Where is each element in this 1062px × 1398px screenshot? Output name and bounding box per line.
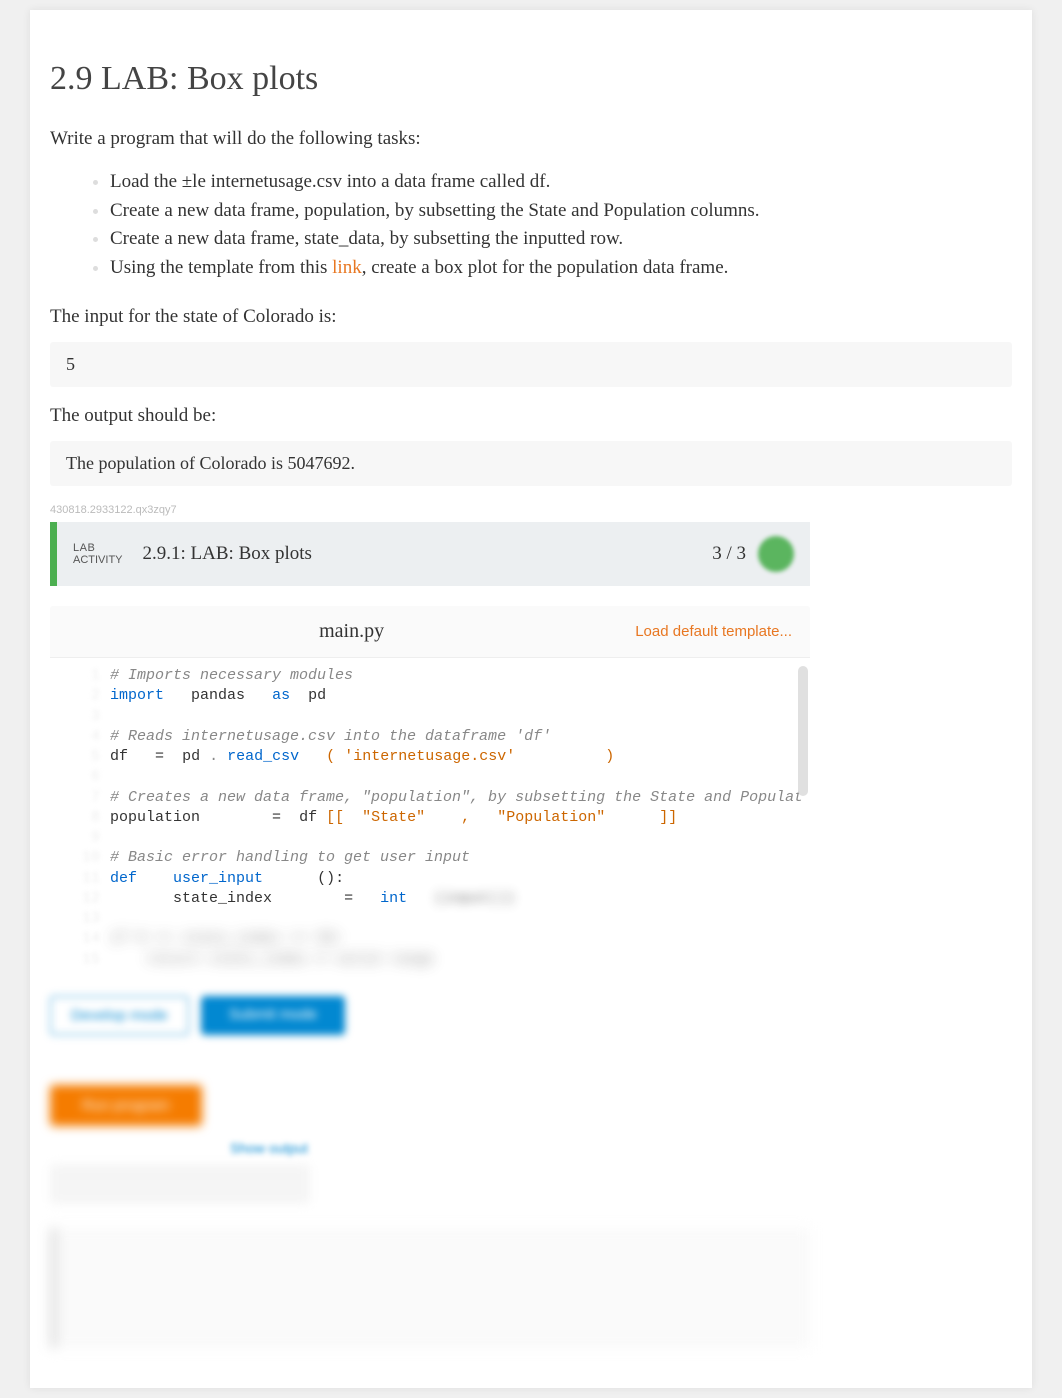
list-item: Using the template from this link, creat… [110,254,1012,283]
score-badge-icon[interactable] [758,536,794,572]
resource-id: 430818.2933122.qx3zqy7 [50,504,1012,516]
run-program-button[interactable]: Run program [50,1085,202,1126]
line-gutter: 123456789101112131415 [50,666,100,970]
input-block: 5 [50,342,1012,387]
intro-text: Write a program that will do the followi… [50,128,1012,150]
list-item: Load the ±le internetusage.csv into a da… [110,168,1012,197]
output-label: The output should be: [50,405,1012,427]
editor-header: main.py Load default template... [50,606,810,658]
code-editor: main.py Load default template... 1234567… [50,606,810,978]
submit-mode-button[interactable]: Submit mode [201,996,345,1035]
lab-activity-box: LAB ACTIVITY 2.9.1: LAB: Box plots 3 / 3… [50,522,810,1348]
lab-header: LAB ACTIVITY 2.9.1: LAB: Box plots 3 / 3 [50,522,810,586]
list-item: Create a new data frame, population, by … [110,197,1012,226]
load-template-link[interactable]: Load default template... [635,623,792,640]
trophy-box [50,1164,310,1204]
list-item: Create a new data frame, state_data, by … [110,225,1012,254]
input-label: The input for the state of Colorado is: [50,306,1012,328]
task-list: Load the ±le internetusage.csv into a da… [50,168,1012,282]
bottom-block [50,1228,810,1348]
show-output-link[interactable]: Show output [230,1140,810,1156]
task4-prefix: Using the template from this [110,257,332,278]
develop-mode-button[interactable]: Develop mode [50,996,189,1035]
filename-label: main.py [68,620,635,643]
template-link[interactable]: link [332,257,362,278]
scrollbar[interactable] [798,666,808,796]
lab-score: 3 / 3 [712,543,746,565]
code-content[interactable]: # Imports necessary modules import panda… [110,666,810,970]
mode-buttons: Develop mode Submit mode [50,996,810,1035]
task4-suffix: , create a box plot for the population d… [362,257,729,278]
output-block: The population of Colorado is 5047692. [50,441,1012,486]
page-title: 2.9 LAB: Box plots [50,60,1012,98]
code-area[interactable]: 123456789101112131415 # Imports necessar… [50,658,810,978]
lab-title: 2.9.1: LAB: Box plots [143,543,713,565]
lab-tag: LAB ACTIVITY [73,542,123,566]
